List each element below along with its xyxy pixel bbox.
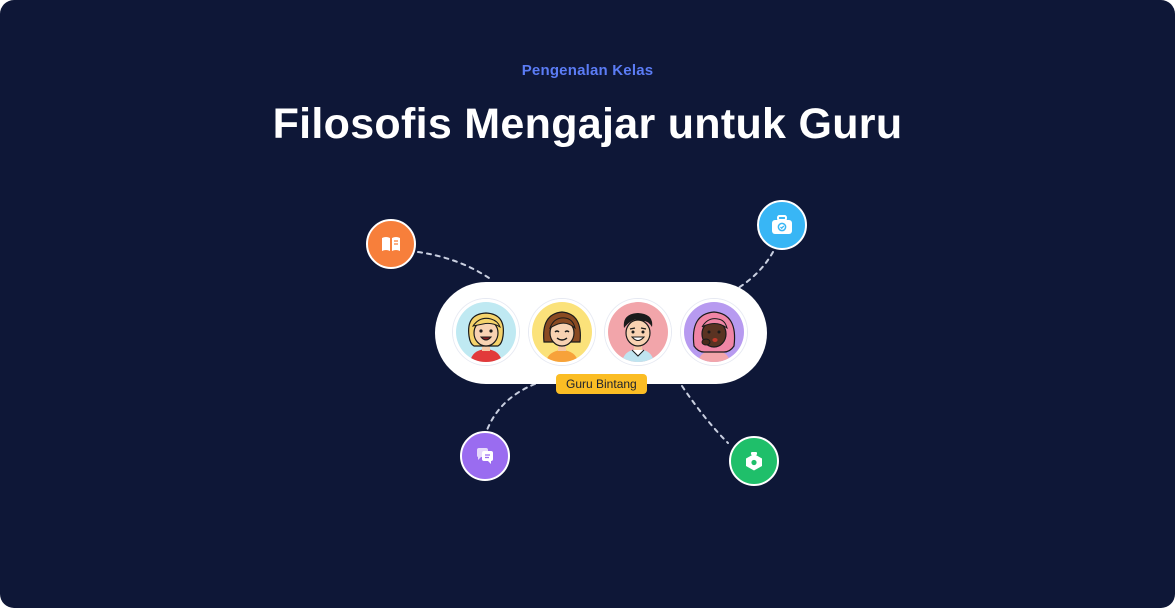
briefcase-node[interactable] bbox=[757, 200, 807, 250]
hero-card: Pengenalan Kelas Filosofis Mengajar untu… bbox=[0, 0, 1175, 608]
connector-chat bbox=[486, 383, 536, 431]
guru-bintang-badge: Guru Bintang bbox=[556, 374, 647, 394]
chat-node[interactable] bbox=[460, 431, 510, 481]
briefcase-icon bbox=[772, 215, 792, 234]
chat-icon bbox=[477, 448, 493, 464]
box-icon bbox=[746, 452, 762, 471]
blonde-girl-avatar bbox=[453, 299, 519, 365]
black-hair-boy-avatar bbox=[605, 299, 671, 365]
teacher-group-pill bbox=[435, 282, 767, 384]
connector-box bbox=[681, 385, 729, 444]
box-node[interactable] bbox=[729, 436, 779, 486]
book-icon bbox=[382, 237, 400, 251]
connector-book bbox=[417, 251, 493, 281]
brown-hair-girl-avatar bbox=[529, 299, 595, 365]
connector-briefcase bbox=[734, 251, 774, 291]
pink-hair-girl-avatar bbox=[681, 299, 747, 365]
book-node[interactable] bbox=[366, 219, 416, 269]
